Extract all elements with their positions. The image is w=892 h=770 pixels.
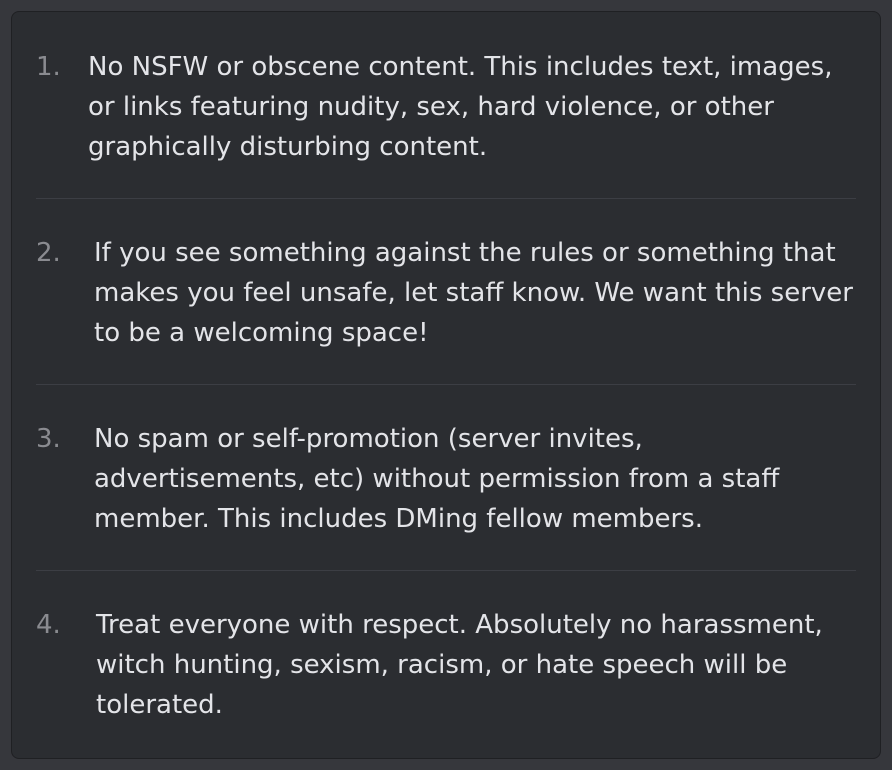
divider xyxy=(36,570,856,571)
rule-number: 4. xyxy=(36,610,61,640)
rule-text: No spam or self-promotion (server invite… xyxy=(94,424,780,534)
rule-item-4: 4. Treat everyone with respect. Absolute… xyxy=(36,605,856,725)
rule-number: 2. xyxy=(36,238,61,268)
rule-text: No NSFW or obscene content. This include… xyxy=(88,52,833,162)
divider xyxy=(36,384,856,385)
rule-text: If you see something against the rules o… xyxy=(94,238,853,348)
rule-number: 1. xyxy=(36,52,61,82)
rule-item-3: 3. No spam or self-promotion (server inv… xyxy=(36,419,856,539)
rule-item-1: 1. No NSFW or obscene content. This incl… xyxy=(36,47,856,167)
rule-item-2: 2. If you see something against the rule… xyxy=(36,233,856,353)
rule-number: 3. xyxy=(36,424,61,454)
divider xyxy=(36,198,856,199)
rules-panel: 1. No NSFW or obscene content. This incl… xyxy=(11,11,881,759)
rule-text: Treat everyone with respect. Absolutely … xyxy=(96,610,823,720)
